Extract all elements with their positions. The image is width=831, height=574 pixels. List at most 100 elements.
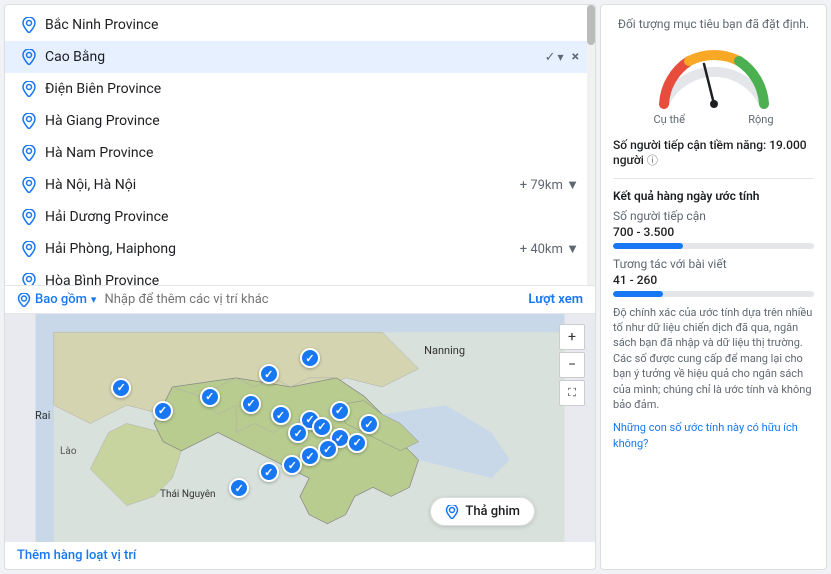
reach-metric-bar [613,243,814,249]
map-pin[interactable]: ✓ [229,478,249,498]
pin-icon [21,17,37,33]
location-item[interactable]: Hà Giang Province [5,105,595,137]
map-controls: + − ⛶ [559,324,585,406]
map-pin[interactable]: ✓ [153,401,173,421]
map-pin[interactable]: ✓ [312,417,332,437]
pin-check: ✓ [317,420,326,433]
location-icon [17,293,31,307]
location-item[interactable]: Bắc Ninh Province [5,9,595,41]
location-item[interactable]: Hòa Bình Province [5,265,595,285]
reach-metric-label: Số người tiếp cận [613,209,814,223]
scrollbar-track[interactable] [587,5,595,285]
interaction-metric-bar [613,291,814,297]
pin-check: ✓ [246,397,255,410]
location-name: Hà Giang Province [45,113,579,129]
location-name: Hòa Bình Province [45,273,579,285]
map-pin[interactable]: ✓ [300,348,320,368]
map-pin[interactable]: ✓ [259,364,279,384]
them-loat-button[interactable]: Thêm hàng loạt vị trí [5,542,595,569]
info-icon: ⓘ [647,154,658,167]
pin-check: ✓ [264,466,273,479]
pin-icon [445,505,459,519]
chevron-down-icon[interactable]: ▾ [91,293,97,306]
location-item[interactable]: Cao Bằng ✓ ▾ × [5,41,595,73]
pin-check: ✓ [353,436,362,449]
location-item[interactable]: Hà Nội, Hà Nội + 79km ▼ [5,169,595,201]
faq-link[interactable]: Những con số ước tính này có hữu ích khô… [613,420,814,451]
include-button[interactable]: Bao gồm ▾ [17,292,96,307]
pin-icon [21,273,37,285]
map-pin[interactable]: ✓ [200,387,220,407]
pin-icon [21,49,37,65]
map-pin[interactable]: ✓ [271,405,291,425]
map-pin[interactable]: ✓ [359,414,379,434]
location-name: Điện Biên Province [45,81,579,97]
gauge-labels: Cụ thể Rộng [654,113,774,126]
results-section: Kết quả hàng ngày ước tính Số người tiếp… [613,178,814,297]
location-actions: ✓ ▾ × [545,49,579,65]
pin-check: ✓ [305,450,314,463]
map-pin[interactable]: ✓ [347,433,367,453]
gauge-section: Đối tượng mục tiêu bạn đã đặt định. Cụ t… [613,17,814,126]
location-item[interactable]: Hải Dương Province [5,201,595,233]
scrollbar-thumb[interactable] [587,5,595,45]
map-pin[interactable]: ✓ [282,455,302,475]
pin-check: ✓ [264,368,273,381]
location-search-input[interactable] [104,292,520,307]
disclaimer-text: Độ chính xác của ước tính dựa trên nhiều… [613,305,814,413]
location-item[interactable]: Điện Biên Province [5,73,595,105]
lao-pdr-label: Lào [60,446,77,457]
interaction-value: 41 - 260 [613,273,814,287]
tha-ghim-button[interactable]: Thả ghim [430,497,535,526]
pin-check: ✓ [117,381,126,394]
gauge-description: Đối tượng mục tiêu bạn đã đặt định. [618,17,809,33]
gauge-wrapper [654,39,774,109]
location-name: Bắc Ninh Province [45,17,579,33]
pin-icon [21,177,37,193]
location-item[interactable]: Hà Nam Province [5,137,595,169]
remove-location-button[interactable]: × [572,49,579,65]
pin-icon [21,145,37,161]
right-panel: Đối tượng mục tiêu bạn đã đặt định. Cụ t… [600,4,827,570]
expand-action[interactable]: ✓ ▾ [545,50,564,65]
location-list: Bắc Ninh Province Cao Bằng ✓ ▾ × Điện Bi… [5,5,595,285]
map-pin[interactable]: ✓ [111,378,131,398]
map-pin[interactable]: ✓ [288,423,308,443]
interaction-bar-fill [613,291,663,297]
map-pin[interactable]: ✓ [318,439,338,459]
interaction-label: Tương tác với bài viết [613,257,814,271]
pin-icon [21,209,37,225]
pin-icon [21,113,37,129]
nanning-label: Nanning [424,344,465,357]
map-container: ✓✓✓✓✓✓✓✓✓✓✓✓✓✓✓✓✓✓✓ Nanning Rai Lào Thái… [5,314,595,542]
gauge-svg [654,39,774,109]
pin-check: ✓ [288,459,297,472]
rai-label: Rai [35,409,50,422]
bottom-bar: Bao gồm ▾ Lượt xem [5,285,595,314]
fullscreen-button[interactable]: ⛶ [559,380,585,406]
zoom-out-button[interactable]: − [559,352,585,378]
results-title: Kết quả hàng ngày ước tính [613,189,814,203]
location-extra[interactable]: + 79km ▼ [520,177,579,193]
zoom-in-button[interactable]: + [559,324,585,350]
luot-xem-button[interactable]: Lượt xem [528,292,583,307]
pin-check: ✓ [158,404,167,417]
pin-check: ✓ [305,352,314,365]
reach-bar-fill [613,243,683,249]
map-pin[interactable]: ✓ [300,446,320,466]
pin-icon [21,81,37,97]
location-name: Hà Nam Province [45,145,579,161]
tha-ghim-label: Thả ghim [465,504,520,519]
thai-nguyen-label: Thái Nguyên [160,489,216,500]
map-pin[interactable]: ✓ [241,394,261,414]
reach-value: Số người tiếp cận tiềm năng: 19.000 ngườ… [613,138,814,168]
pin-check: ✓ [335,404,344,417]
reach-section: Số người tiếp cận tiềm năng: 19.000 ngườ… [613,138,814,168]
map-pin[interactable]: ✓ [330,401,350,421]
location-item[interactable]: Hải Phòng, Haiphong + 40km ▼ [5,233,595,265]
gauge-label-right: Rộng [748,113,773,126]
pin-check: ✓ [294,427,303,440]
pin-check: ✓ [235,482,244,495]
location-extra[interactable]: + 40km ▼ [520,241,579,257]
map-pin[interactable]: ✓ [259,462,279,482]
